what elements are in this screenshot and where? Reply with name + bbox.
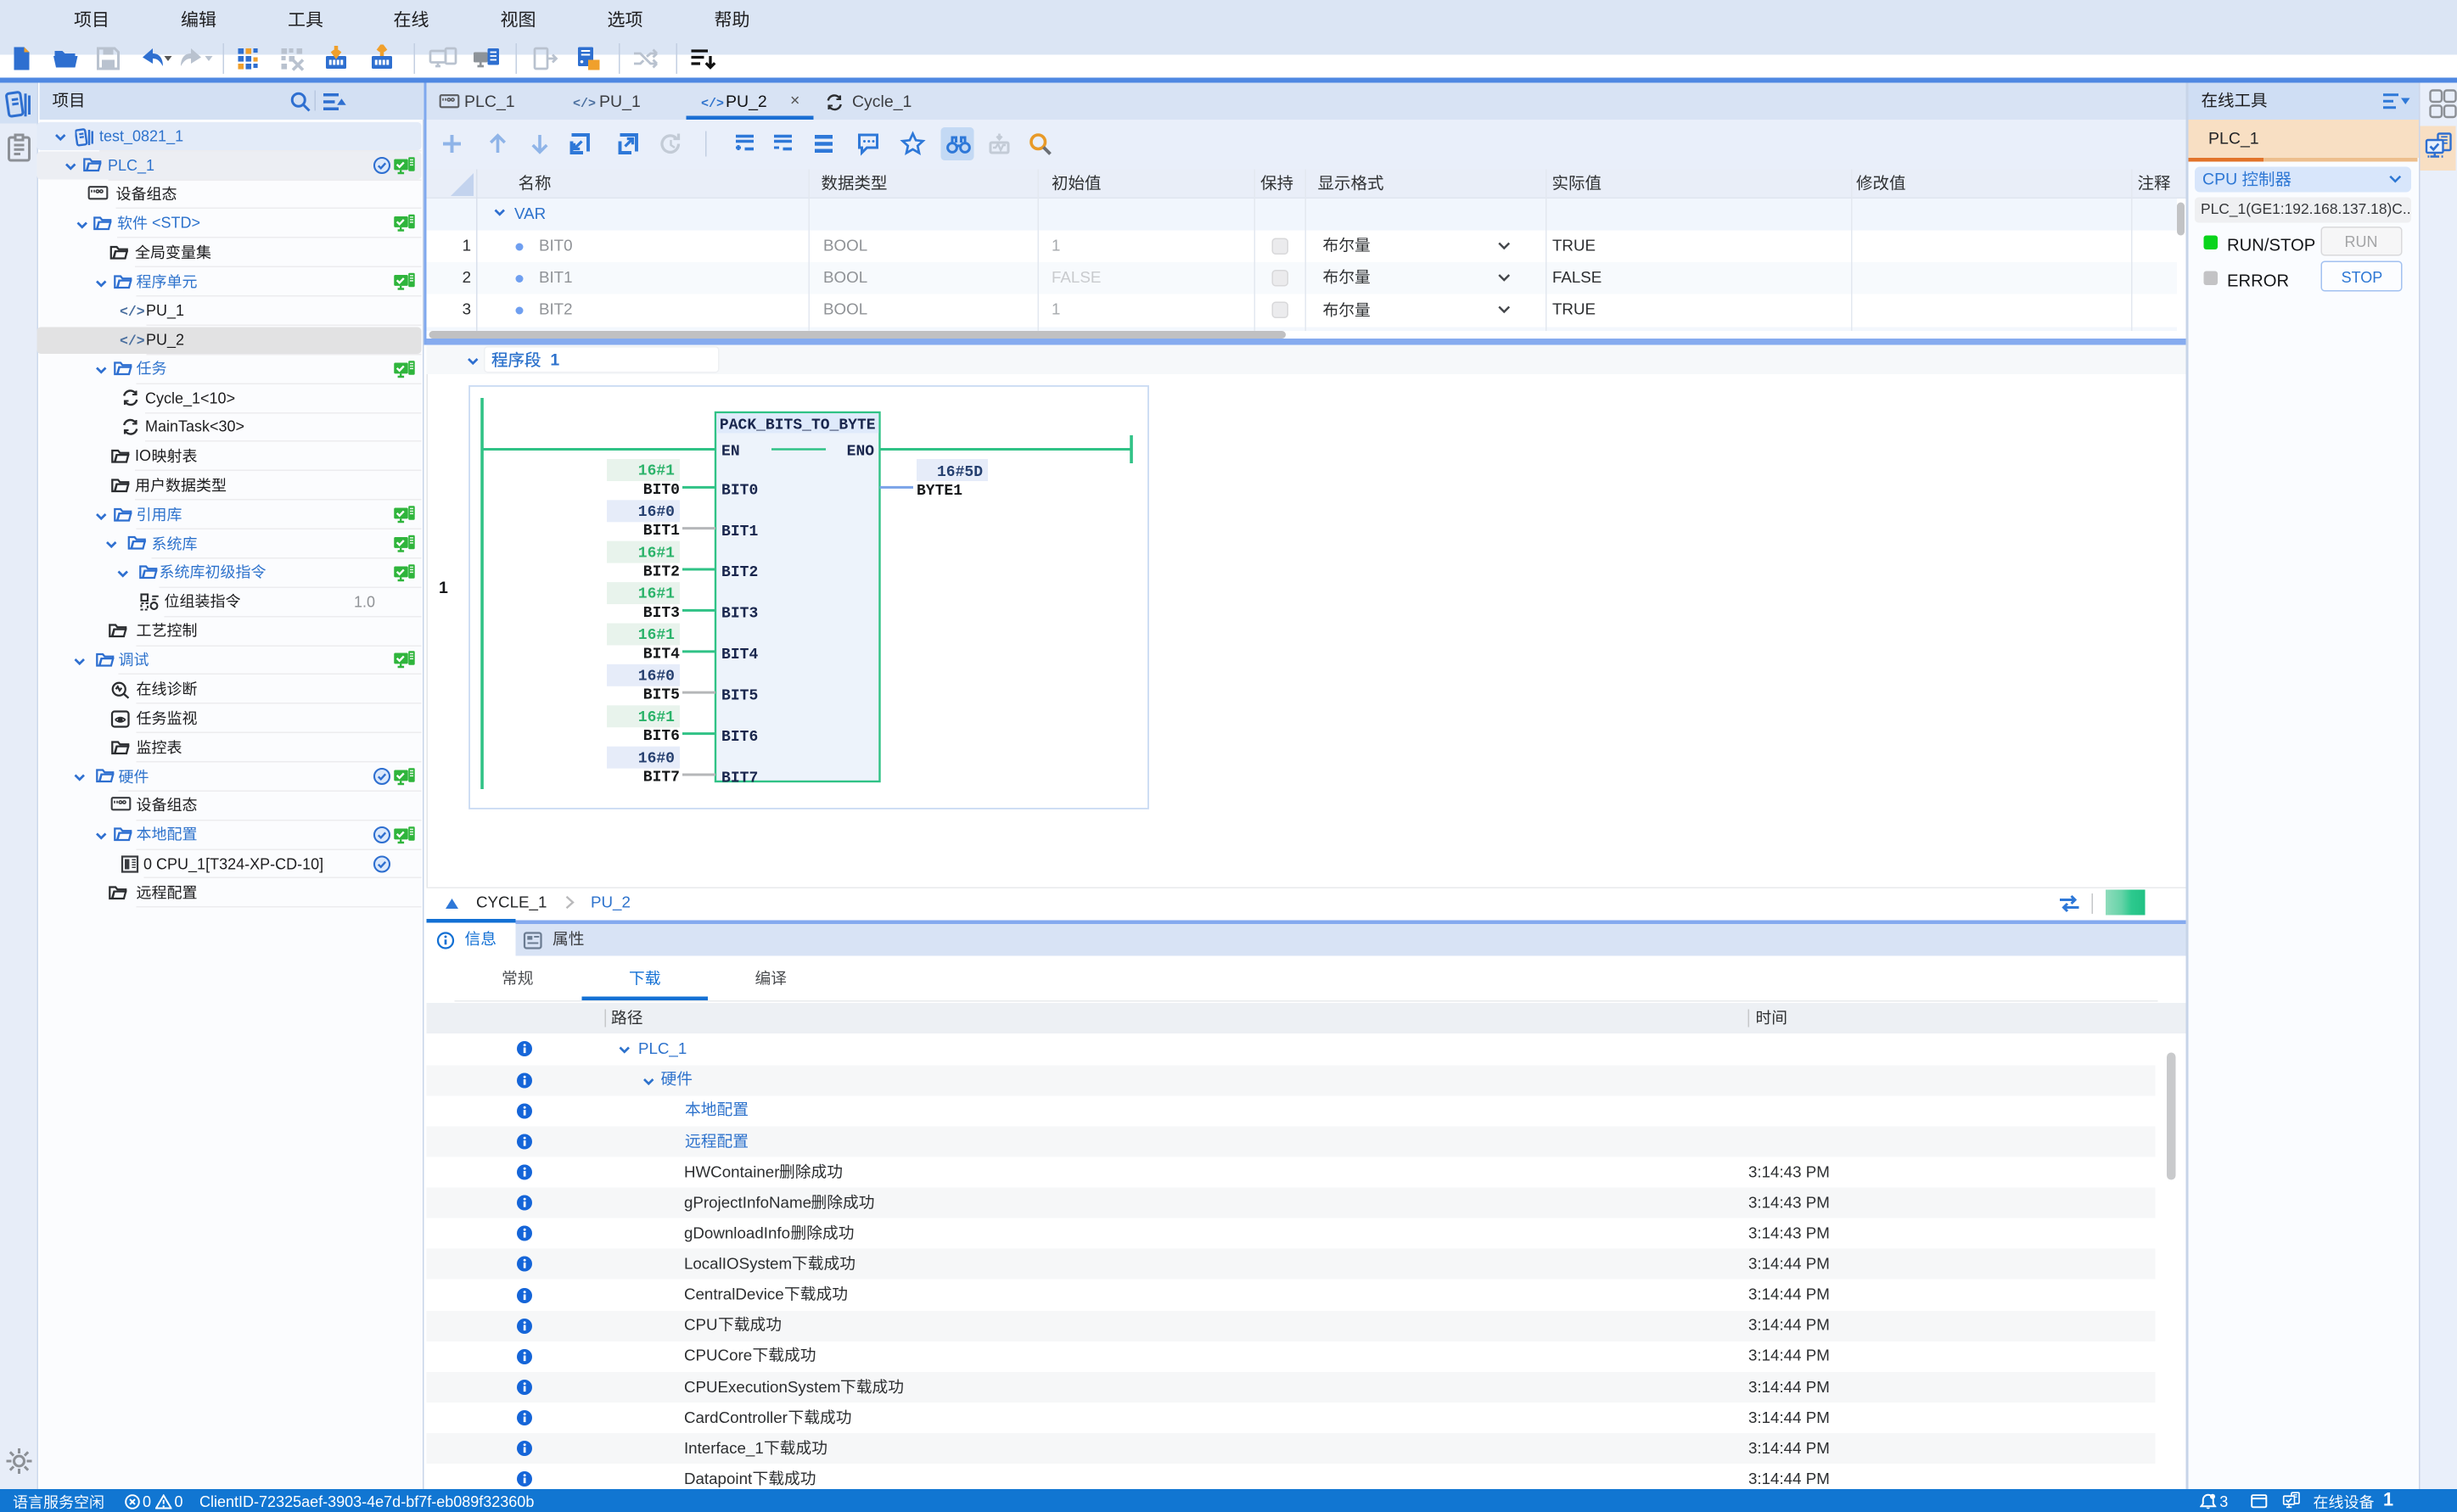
svg-text:BIT5: BIT5 (721, 687, 758, 704)
svg-text:16#1: 16#1 (638, 709, 675, 726)
svg-text:BIT2: BIT2 (643, 563, 680, 580)
svg-text:16#5D: 16#5D (937, 464, 983, 481)
svg-text:BIT3: BIT3 (721, 606, 758, 623)
svg-text:BIT1: BIT1 (721, 524, 758, 540)
svg-text:BIT2: BIT2 (721, 564, 758, 581)
svg-text:BIT0: BIT0 (721, 483, 758, 500)
svg-text:16#0: 16#0 (638, 668, 675, 685)
svg-text:16#1: 16#1 (638, 627, 675, 644)
svg-text:PACK_BITS_TO_BYTE: PACK_BITS_TO_BYTE (720, 417, 876, 434)
svg-text:ENO: ENO (847, 443, 875, 460)
svg-text:BIT4: BIT4 (643, 646, 680, 663)
svg-text:BYTE1: BYTE1 (917, 483, 962, 500)
svg-text:BIT6: BIT6 (643, 728, 680, 745)
svg-text:BIT7: BIT7 (643, 770, 680, 787)
svg-text:16#1: 16#1 (638, 545, 675, 562)
svg-text:BIT3: BIT3 (643, 605, 680, 622)
svg-text:BIT0: BIT0 (643, 482, 680, 499)
svg-text:16#0: 16#0 (638, 504, 675, 521)
svg-text:16#1: 16#1 (638, 463, 675, 480)
svg-text:16#0: 16#0 (638, 750, 675, 767)
svg-text:BIT4: BIT4 (721, 647, 758, 664)
svg-text:16#1: 16#1 (638, 586, 675, 603)
svg-text:BIT7: BIT7 (721, 770, 758, 787)
svg-text:BIT6: BIT6 (721, 729, 758, 746)
svg-text:BIT5: BIT5 (643, 687, 680, 704)
svg-text:BIT1: BIT1 (643, 523, 680, 540)
svg-text:EN: EN (721, 443, 740, 460)
